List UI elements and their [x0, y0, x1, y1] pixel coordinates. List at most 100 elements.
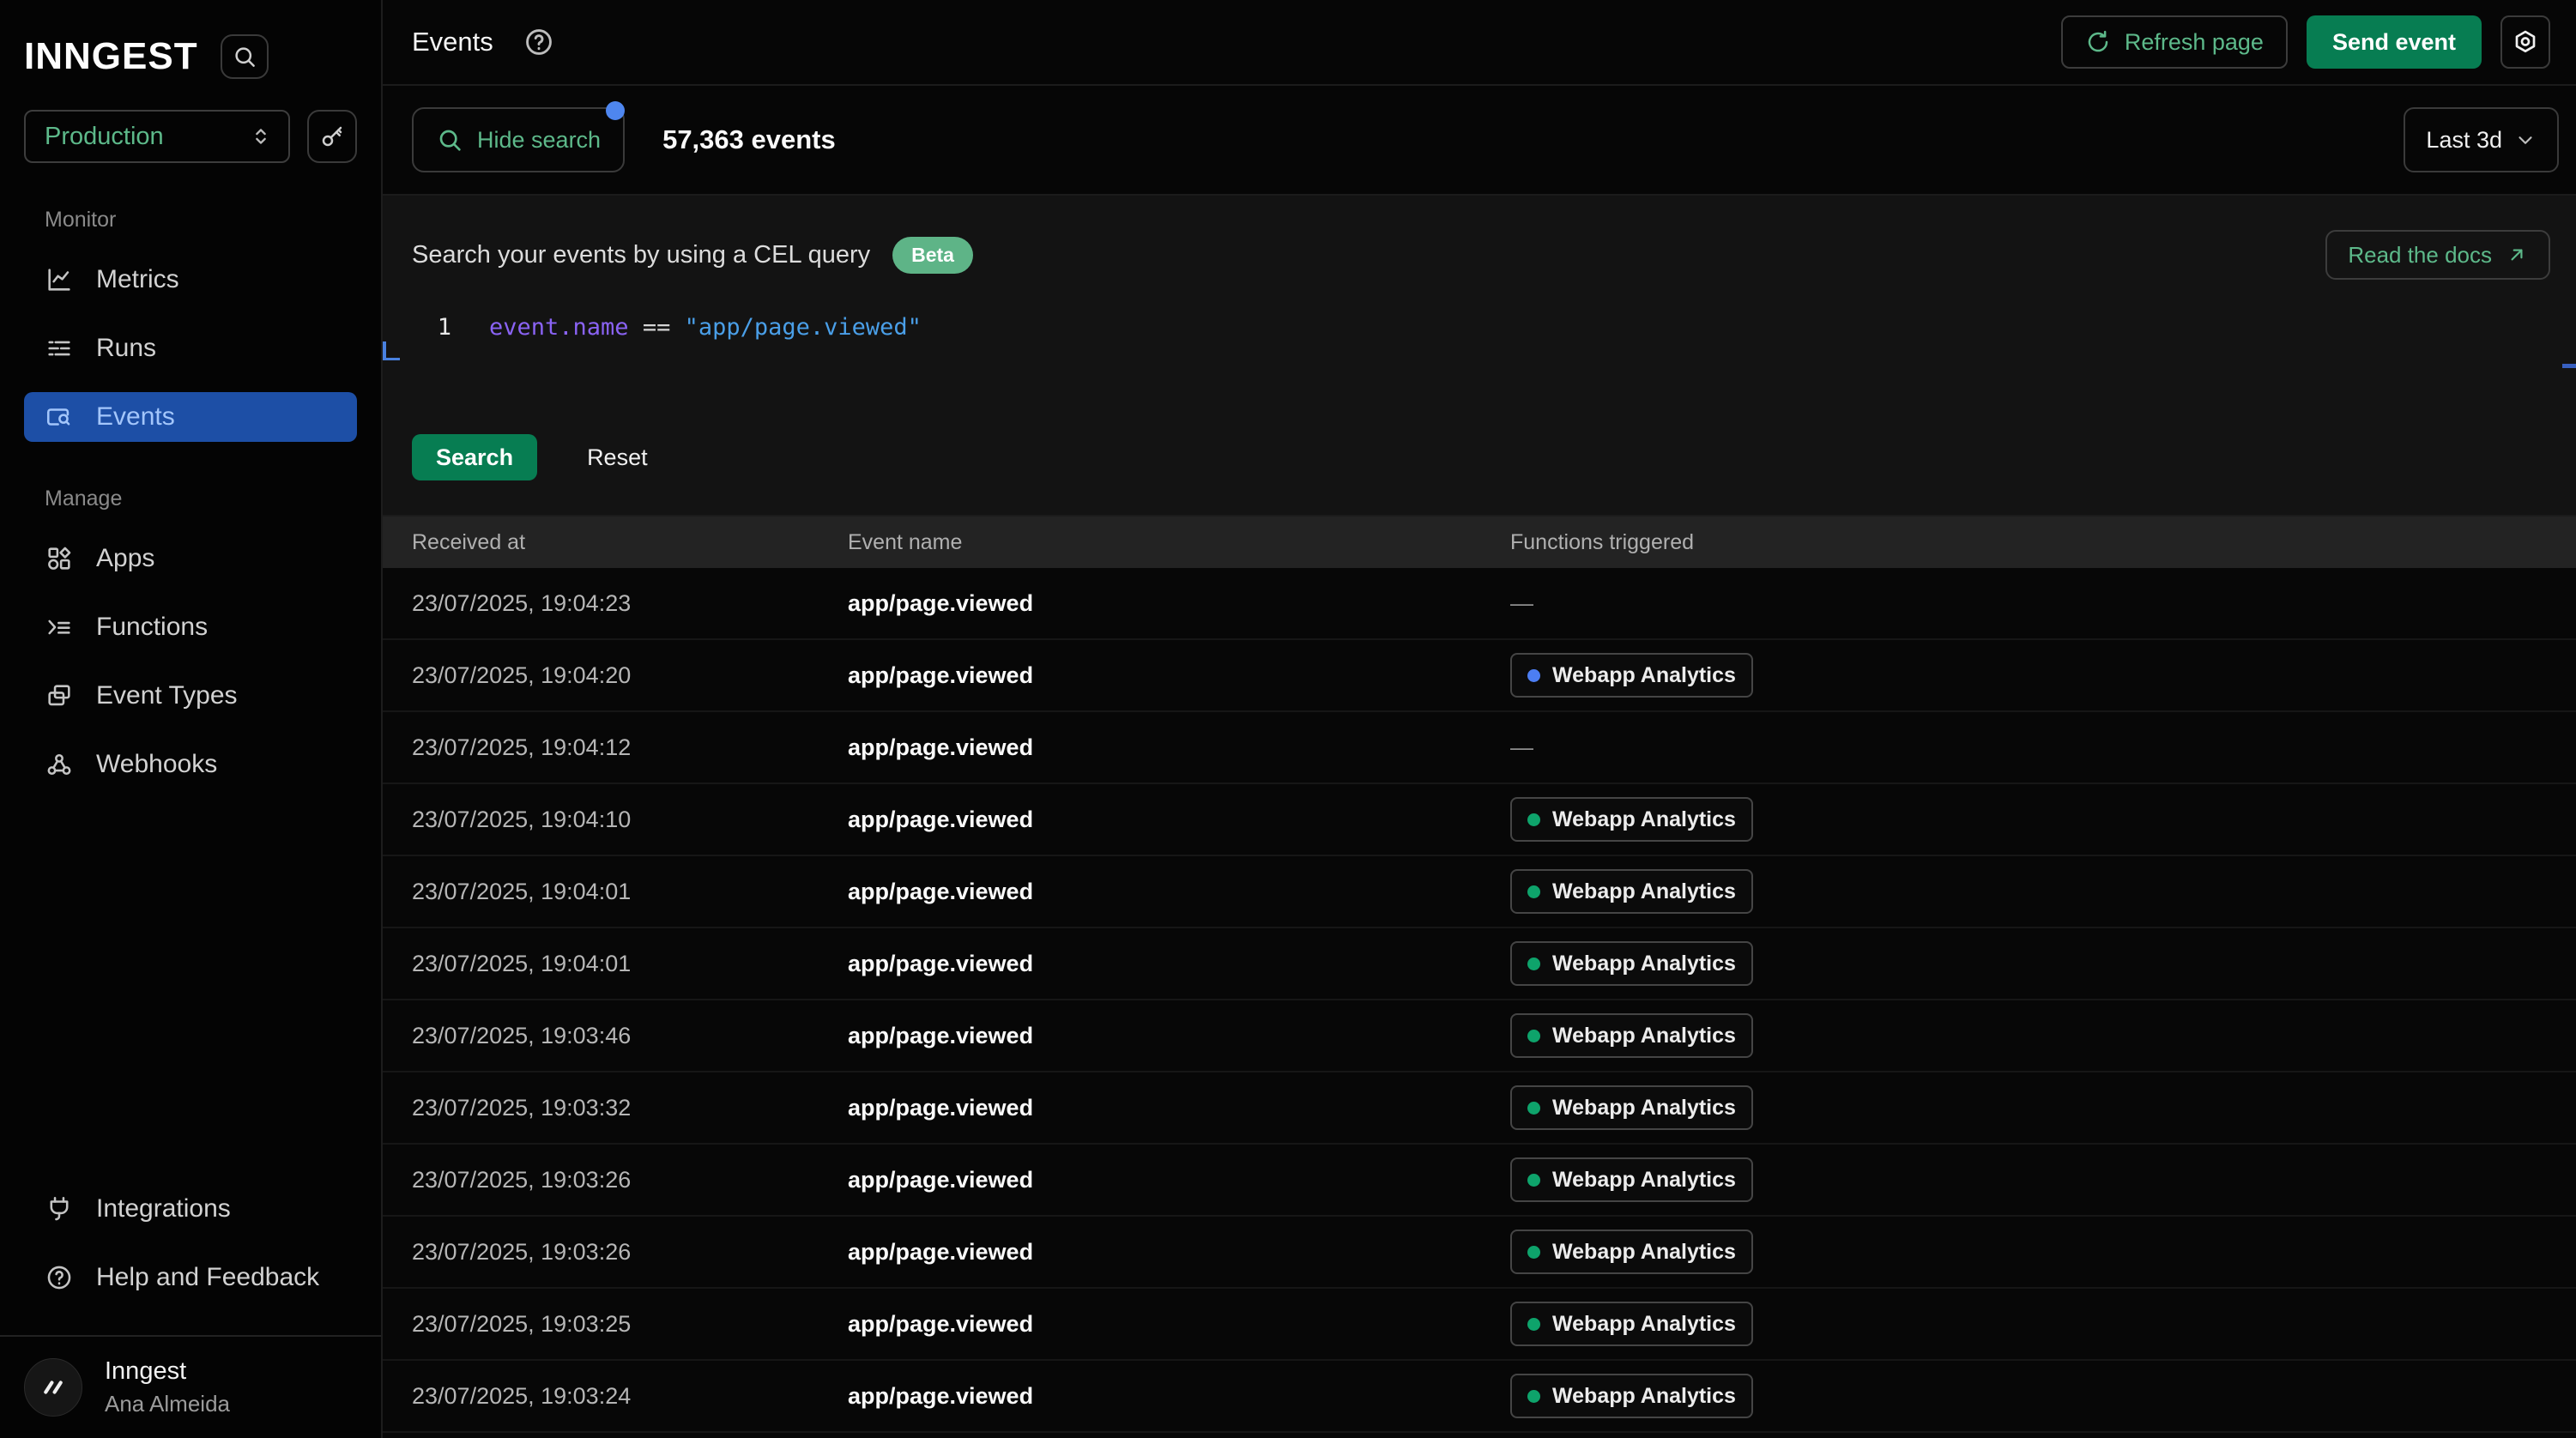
sidebar-item-label: Event Types — [96, 681, 238, 710]
cel-query-editor[interactable]: 1 event.name == "app/page.viewed" — [412, 314, 2550, 396]
cell-event-name: app/page.viewed — [848, 1095, 1510, 1121]
send-event-button[interactable]: Send event — [2307, 15, 2482, 69]
environment-row: Production — [0, 79, 381, 163]
cell-event-name: app/page.viewed — [848, 1167, 1510, 1193]
cell-functions-triggered: — — [1510, 734, 2576, 761]
cel-query-line: event.name == "app/page.viewed" — [489, 314, 922, 341]
reset-button[interactable]: Reset — [587, 444, 648, 471]
table-row[interactable]: 23/07/2025, 19:04:01 app/page.viewed Web… — [383, 928, 2576, 1000]
sidebar-item-webhooks[interactable]: Webhooks — [24, 740, 357, 789]
sidebar-item-integrations[interactable]: Integrations — [24, 1184, 357, 1234]
refresh-page-button[interactable]: Refresh page — [2061, 15, 2288, 69]
function-badge[interactable]: Webapp Analytics — [1510, 1013, 1753, 1058]
sidebar-item-label: Webhooks — [96, 750, 217, 779]
search-button[interactable]: Search — [412, 434, 537, 480]
settings-button[interactable] — [2500, 15, 2550, 69]
column-header-functions-triggered: Functions triggered — [1510, 530, 2576, 555]
function-badge-label: Webapp Analytics — [1552, 879, 1736, 904]
function-badge[interactable]: Webapp Analytics — [1510, 1302, 1753, 1346]
time-range-dropdown[interactable]: Last 3d — [2404, 107, 2559, 172]
function-badge[interactable]: Webapp Analytics — [1510, 1157, 1753, 1202]
function-badge[interactable]: Webapp Analytics — [1510, 941, 1753, 986]
hide-search-button[interactable]: Hide search — [412, 107, 625, 172]
cell-event-name: app/page.viewed — [848, 1239, 1510, 1266]
table-row[interactable]: 23/07/2025, 19:03:26 app/page.viewed Web… — [383, 1145, 2576, 1217]
cell-functions-triggered: Webapp Analytics — [1510, 1302, 2576, 1346]
sidebar-item-help-and-feedback[interactable]: Help and Feedback — [24, 1253, 357, 1302]
sidebar-item-metrics[interactable]: Metrics — [24, 255, 357, 305]
cel-panel-title: Search your events by using a CEL query — [412, 241, 870, 269]
beta-badge: Beta — [892, 237, 973, 274]
cell-received-at: 23/07/2025, 19:03:26 — [412, 1167, 848, 1193]
table-row[interactable]: 23/07/2025, 19:04:12 app/page.viewed — — [383, 712, 2576, 784]
cell-received-at: 23/07/2025, 19:03:25 — [412, 1311, 848, 1338]
api-keys-button[interactable] — [307, 110, 357, 163]
cell-event-name: app/page.viewed — [848, 662, 1510, 689]
help-icon[interactable] — [523, 26, 555, 58]
cell-received-at: 23/07/2025, 19:03:26 — [412, 1239, 848, 1266]
table-row[interactable]: 23/07/2025, 19:03:23 app/page.viewed Web… — [383, 1433, 2576, 1438]
profile-menu[interactable]: Inngest Ana Almeida — [0, 1335, 381, 1438]
apps-icon — [45, 544, 74, 573]
function-status-dot — [1527, 813, 1540, 826]
sidebar-item-runs[interactable]: Runs — [24, 323, 357, 373]
column-header-received-at: Received at — [412, 530, 848, 555]
table-row[interactable]: 23/07/2025, 19:03:24 app/page.viewed Web… — [383, 1361, 2576, 1433]
events-count: 57,363 events — [662, 124, 836, 155]
sidebar-item-functions[interactable]: Functions — [24, 602, 357, 652]
function-status-dot — [1527, 1246, 1540, 1259]
table-row[interactable]: 23/07/2025, 19:04:23 app/page.viewed — — [383, 568, 2576, 640]
nav-section-manage: Manage — [45, 486, 357, 511]
table-row[interactable]: 23/07/2025, 19:03:26 app/page.viewed Web… — [383, 1217, 2576, 1289]
global-search-button[interactable] — [221, 34, 269, 79]
environment-name: Production — [45, 123, 164, 151]
table-row[interactable]: 23/07/2025, 19:03:32 app/page.viewed Web… — [383, 1072, 2576, 1145]
runs-icon — [45, 334, 74, 363]
function-status-dot — [1527, 1318, 1540, 1331]
sidebar-item-label: Integrations — [96, 1194, 231, 1224]
table-row[interactable]: 23/07/2025, 19:03:46 app/page.viewed Web… — [383, 1000, 2576, 1072]
cell-event-name: app/page.viewed — [848, 1023, 1510, 1049]
editor-edge-marker — [2562, 364, 2576, 368]
webhooks-icon — [45, 750, 74, 779]
profile-user-name: Ana Almeida — [105, 1391, 230, 1417]
read-the-docs-button[interactable]: Read the docs — [2325, 230, 2550, 280]
cell-functions-triggered: Webapp Analytics — [1510, 869, 2576, 914]
cell-event-name: app/page.viewed — [848, 951, 1510, 977]
chevron-down-icon — [2514, 129, 2537, 151]
read-the-docs-label: Read the docs — [2348, 242, 2492, 269]
cell-functions-triggered: Webapp Analytics — [1510, 1230, 2576, 1274]
function-badge[interactable]: Webapp Analytics — [1510, 653, 1753, 698]
function-badge[interactable]: Webapp Analytics — [1510, 1230, 1753, 1274]
cell-received-at: 23/07/2025, 19:03:46 — [412, 1023, 848, 1049]
sidebar-item-event-types[interactable]: Event Types — [24, 671, 357, 721]
function-badge[interactable]: Webapp Analytics — [1510, 1085, 1753, 1130]
table-row[interactable]: 23/07/2025, 19:04:10 app/page.viewed Web… — [383, 784, 2576, 856]
cell-event-name: app/page.viewed — [848, 879, 1510, 905]
environment-selector[interactable]: Production — [24, 110, 290, 163]
cel-token-property: event.name — [489, 314, 629, 341]
sidebar-item-events[interactable]: Events — [24, 392, 357, 442]
function-status-dot — [1527, 958, 1540, 970]
function-badge[interactable]: Webapp Analytics — [1510, 869, 1753, 914]
cell-event-name: app/page.viewed — [848, 734, 1510, 761]
cell-functions-triggered: Webapp Analytics — [1510, 941, 2576, 986]
function-badge-label: Webapp Analytics — [1552, 663, 1736, 688]
refresh-icon — [2085, 29, 2111, 55]
cell-functions-triggered: Webapp Analytics — [1510, 653, 2576, 698]
sidebar-item-label: Apps — [96, 544, 154, 573]
time-range-value: Last 3d — [2426, 127, 2502, 154]
sidebar-item-apps[interactable]: Apps — [24, 534, 357, 583]
cell-functions-triggered: Webapp Analytics — [1510, 1085, 2576, 1130]
table-row[interactable]: 23/07/2025, 19:03:25 app/page.viewed Web… — [383, 1289, 2576, 1361]
functions-icon — [45, 613, 74, 642]
table-row[interactable]: 23/07/2025, 19:04:01 app/page.viewed Web… — [383, 856, 2576, 928]
cell-functions-triggered: Webapp Analytics — [1510, 1157, 2576, 1202]
cell-event-name: app/page.viewed — [848, 590, 1510, 617]
editor-resize-corner — [383, 341, 400, 360]
function-badge[interactable]: Webapp Analytics — [1510, 1374, 1753, 1418]
table-row[interactable]: 23/07/2025, 19:04:20 app/page.viewed Web… — [383, 640, 2576, 712]
function-status-dot — [1527, 669, 1540, 682]
function-badge[interactable]: Webapp Analytics — [1510, 797, 1753, 842]
function-badge-label: Webapp Analytics — [1552, 1168, 1736, 1193]
